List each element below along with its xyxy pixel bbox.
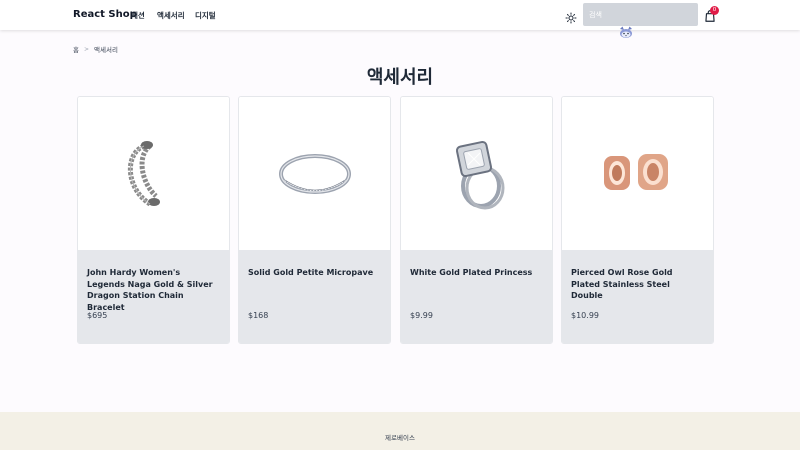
page-title: 액세서리 — [366, 67, 434, 88]
product-info: Pierced Owl Rose Gold Plated Stainless S… — [562, 250, 713, 343]
site-footer: 제로베이스 — [0, 412, 800, 450]
dragon-bracelet-icon — [127, 140, 160, 206]
product-info: Solid Gold Petite Micropave $168 — [239, 250, 390, 343]
product-price: $695 — [87, 311, 108, 320]
rose-gold-plugs-icon — [603, 153, 668, 190]
product-image — [401, 97, 552, 250]
sun-icon — [565, 12, 577, 24]
product-title: White Gold Plated Princess — [410, 268, 533, 277]
theme-toggle-button[interactable] — [565, 9, 577, 24]
product-title: Pierced Owl Rose Gold Plated Stainless S… — [571, 268, 673, 300]
product-card[interactable]: John Hardy Women's Legends Naga Gold & S… — [77, 96, 230, 344]
search-input[interactable] — [583, 3, 698, 26]
product-title: John Hardy Women's Legends Naga Gold & S… — [87, 268, 213, 312]
breadcrumb-current: 액세서리 — [94, 46, 118, 54]
nav-link-accessories[interactable]: 액세서리 — [157, 10, 185, 21]
nav-link-fashion[interactable]: 패션 — [131, 10, 145, 21]
product-info: John Hardy Women's Legends Naga Gold & S… — [78, 250, 229, 343]
mascot-cat-icon — [620, 26, 632, 38]
product-card[interactable]: White Gold Plated Princess $9.99 — [400, 96, 553, 344]
nav-link-digital[interactable]: 디지털 — [195, 10, 216, 21]
product-image — [562, 97, 713, 250]
product-info: White Gold Plated Princess $9.99 — [401, 250, 552, 343]
product-price: $9.99 — [410, 311, 433, 320]
product-image — [78, 97, 229, 250]
product-card[interactable]: Solid Gold Petite Micropave $168 — [238, 96, 391, 344]
footer-text: 제로베이스 — [385, 434, 415, 442]
product-title: Solid Gold Petite Micropave — [248, 268, 374, 277]
cart-count-badge: 0 — [710, 6, 719, 15]
breadcrumb-separator: > — [83, 45, 90, 53]
brand-logo-link[interactable]: React Shop — [73, 9, 137, 20]
product-card[interactable]: Pierced Owl Rose Gold Plated Stainless S… — [561, 96, 714, 344]
breadcrumb-home-link[interactable]: 홈 — [73, 44, 79, 54]
product-image — [239, 97, 390, 250]
product-price: $168 — [248, 311, 269, 320]
princess-ring-icon — [455, 140, 504, 209]
top-navbar: React Shop 패션 액세서리 디지털 0 — [0, 0, 800, 30]
micropave-ring-icon — [278, 153, 351, 194]
product-price: $10.99 — [571, 311, 599, 320]
breadcrumb: 홈 > 액세서리 — [73, 44, 118, 55]
